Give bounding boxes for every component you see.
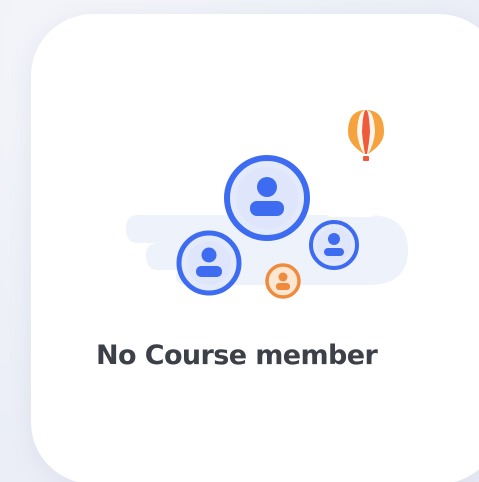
- user-circle-icon-right: [309, 220, 359, 270]
- user-circle-icon-small: [265, 263, 301, 299]
- balloon-icon: [348, 110, 384, 161]
- user-circle-icon-left: [176, 230, 242, 296]
- user-circle-icon-large: [224, 155, 310, 241]
- empty-members-illustration: [126, 110, 408, 299]
- empty-state-title: No Course member: [96, 340, 378, 371]
- app-viewport: No Course member: [0, 0, 479, 482]
